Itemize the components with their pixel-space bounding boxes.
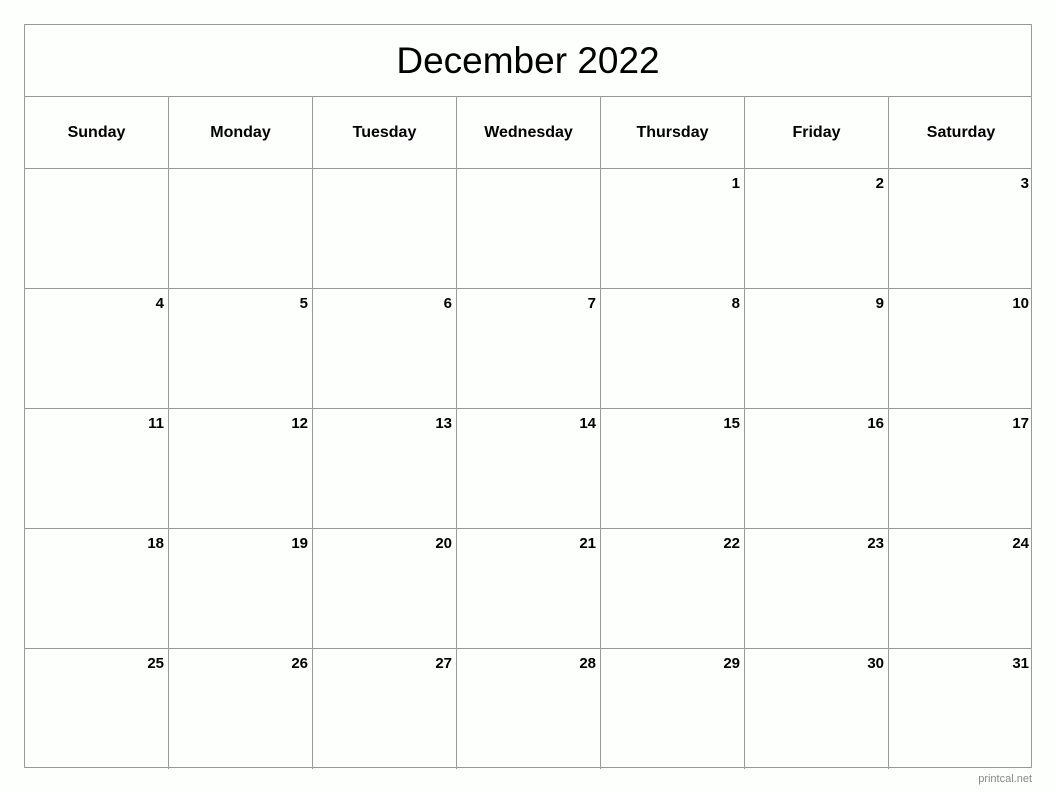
week-row: 18 19 20 21 22 23 24 — [25, 529, 1031, 649]
weekday-sunday: Sunday — [25, 97, 169, 168]
day-number: 22 — [723, 535, 740, 552]
day-number: 14 — [579, 415, 596, 432]
day-cell: 21 — [457, 529, 601, 648]
day-cell: 15 — [601, 409, 745, 528]
day-number: 17 — [1012, 415, 1029, 432]
calendar-grid: December 2022 Sunday Monday Tuesday Wedn… — [24, 24, 1032, 769]
day-number: 7 — [587, 295, 596, 312]
day-number: 26 — [291, 655, 308, 672]
weekday-tuesday: Tuesday — [313, 97, 457, 168]
day-cell: 6 — [313, 289, 457, 408]
day-number: 20 — [435, 535, 452, 552]
day-number: 6 — [443, 295, 452, 312]
day-cell: 1 — [601, 169, 745, 288]
day-number: 18 — [147, 535, 164, 552]
day-cell: 31 — [889, 649, 1033, 769]
day-number: 3 — [1020, 175, 1029, 192]
day-cell: 14 — [457, 409, 601, 528]
day-cell: 24 — [889, 529, 1033, 648]
day-number: 10 — [1012, 295, 1029, 312]
day-number: 25 — [147, 655, 164, 672]
day-number: 5 — [299, 295, 308, 312]
day-cell: 11 — [25, 409, 169, 528]
footer-credit: printcal.net — [978, 773, 1032, 785]
day-cell: 10 — [889, 289, 1033, 408]
day-number: 16 — [867, 415, 884, 432]
day-cell: 27 — [313, 649, 457, 769]
day-number: 1 — [731, 175, 740, 192]
week-row: 11 12 13 14 15 16 17 — [25, 409, 1031, 529]
day-number: 4 — [155, 295, 164, 312]
week-row: 25 26 27 28 29 30 31 — [25, 649, 1031, 769]
weekday-wednesday: Wednesday — [457, 97, 601, 168]
day-number: 21 — [579, 535, 596, 552]
day-cell: 29 — [601, 649, 745, 769]
day-cell: 2 — [745, 169, 889, 288]
day-number: 11 — [148, 415, 164, 432]
day-number: 27 — [435, 655, 452, 672]
weekday-header-row: Sunday Monday Tuesday Wednesday Thursday… — [25, 97, 1031, 169]
day-cell: 20 — [313, 529, 457, 648]
day-number: 24 — [1012, 535, 1029, 552]
empty-day-cell — [457, 169, 601, 288]
week-row: 1 2 3 — [25, 169, 1031, 289]
weekday-saturday: Saturday — [926, 124, 996, 141]
day-number: 2 — [875, 175, 884, 192]
day-cell: 8 — [601, 289, 745, 408]
day-cell: 17 — [889, 409, 1033, 528]
day-cell: 23 — [745, 529, 889, 648]
day-number: 8 — [731, 295, 740, 312]
week-row: 4 5 6 7 8 9 10 — [25, 289, 1031, 409]
weekday-friday: Friday — [745, 97, 889, 168]
empty-day-cell — [169, 169, 313, 288]
day-number: 31 — [1012, 655, 1029, 672]
day-cell: 19 — [169, 529, 313, 648]
day-cell: 22 — [601, 529, 745, 648]
day-number: 13 — [435, 415, 452, 432]
calendar-title: December 2022 — [25, 25, 1031, 97]
day-number: 15 — [723, 415, 740, 432]
day-cell: 13 — [313, 409, 457, 528]
day-number: 9 — [875, 295, 884, 312]
day-cell: 5 — [169, 289, 313, 408]
day-cell: 9 — [745, 289, 889, 408]
day-cell: 25 — [25, 649, 169, 769]
day-cell: 30 — [745, 649, 889, 769]
day-cell: 18 — [25, 529, 169, 648]
day-cell: 3 — [889, 169, 1033, 288]
day-cell: 7 — [457, 289, 601, 408]
empty-day-cell — [25, 169, 169, 288]
day-cell: 12 — [169, 409, 313, 528]
day-cell: 26 — [169, 649, 313, 769]
day-cell: 4 — [25, 289, 169, 408]
day-number: 29 — [723, 655, 740, 672]
day-number: 23 — [867, 535, 884, 552]
empty-day-cell — [313, 169, 457, 288]
day-number: 30 — [867, 655, 884, 672]
day-cell: 28 — [457, 649, 601, 769]
weekday-monday: Monday — [169, 97, 313, 168]
day-number: 19 — [291, 535, 308, 552]
weekday-thursday: Thursday — [601, 97, 745, 168]
day-number: 12 — [291, 415, 308, 432]
day-number: 28 — [579, 655, 596, 672]
day-cell: 16 — [745, 409, 889, 528]
